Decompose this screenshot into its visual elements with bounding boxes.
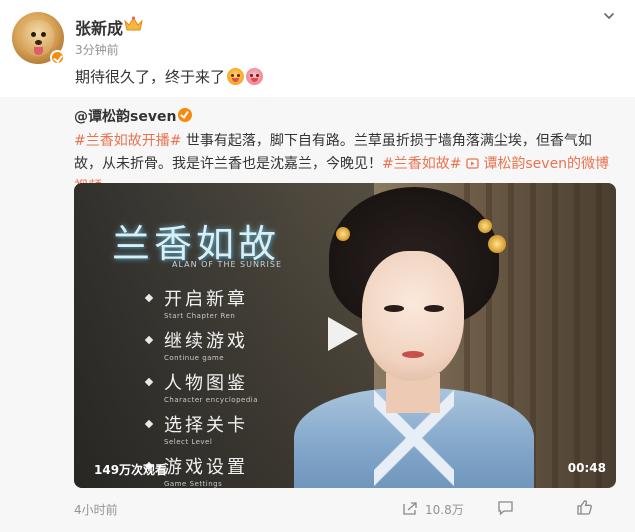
hashtag-link[interactable]: #兰香如故开播# — [74, 133, 181, 149]
play-icon[interactable] — [328, 317, 358, 351]
like-icon[interactable] — [576, 499, 593, 516]
video-view-count: 149万次观看 — [94, 463, 168, 477]
crown-icon — [124, 16, 143, 31]
video-player[interactable]: 兰香如故 ALAN OF THE SUNRISE 开启新章 Start Chap… — [74, 183, 616, 488]
menu-item: 人物图鉴 Character encyclopedia — [144, 369, 258, 411]
menu-item: 开启新章 Start Chapter Ren — [144, 285, 258, 327]
comment-icon[interactable] — [497, 500, 514, 516]
repost-container[interactable]: @谭松韵seven #兰香如故开播# 世事有起落，脚下自有路。兰草虽折损于墙角落… — [0, 97, 635, 532]
share-count[interactable]: 10.8万 — [425, 501, 464, 518]
post-text: 期待很久了，终于来了 — [75, 66, 264, 87]
share-icon[interactable] — [402, 501, 418, 516]
video-game-subtitle: ALAN OF THE SUNRISE — [172, 260, 283, 269]
pig-emoji-icon — [246, 68, 264, 85]
weibo-post-card: 张新成 3分钟前 期待很久了，终于来了 @谭松韵seven #兰香如故开播# 世… — [0, 0, 635, 532]
doge-emoji-icon — [227, 68, 245, 85]
video-game-menu: 开启新章 Start Chapter Ren 继续游戏 Continue gam… — [144, 285, 258, 488]
verified-badge-icon — [50, 50, 65, 65]
post-text-content: 期待很久了，终于来了 — [75, 68, 226, 86]
chevron-down-icon[interactable] — [603, 10, 615, 22]
repost-author-link[interactable]: @谭松韵seven — [74, 106, 176, 126]
hashtag-link[interactable]: #兰香如故# — [382, 156, 461, 172]
post-timestamp[interactable]: 3分钟前 — [75, 41, 119, 58]
menu-item: 选择关卡 Select Level — [144, 411, 258, 453]
video-link-icon — [466, 158, 479, 169]
video-duration: 00:48 — [567, 461, 606, 475]
menu-item: 继续游戏 Continue game — [144, 327, 258, 369]
username[interactable]: 张新成 — [75, 15, 123, 39]
verified-badge-icon — [178, 108, 192, 122]
repost-timestamp[interactable]: 4小时前 — [74, 501, 118, 518]
